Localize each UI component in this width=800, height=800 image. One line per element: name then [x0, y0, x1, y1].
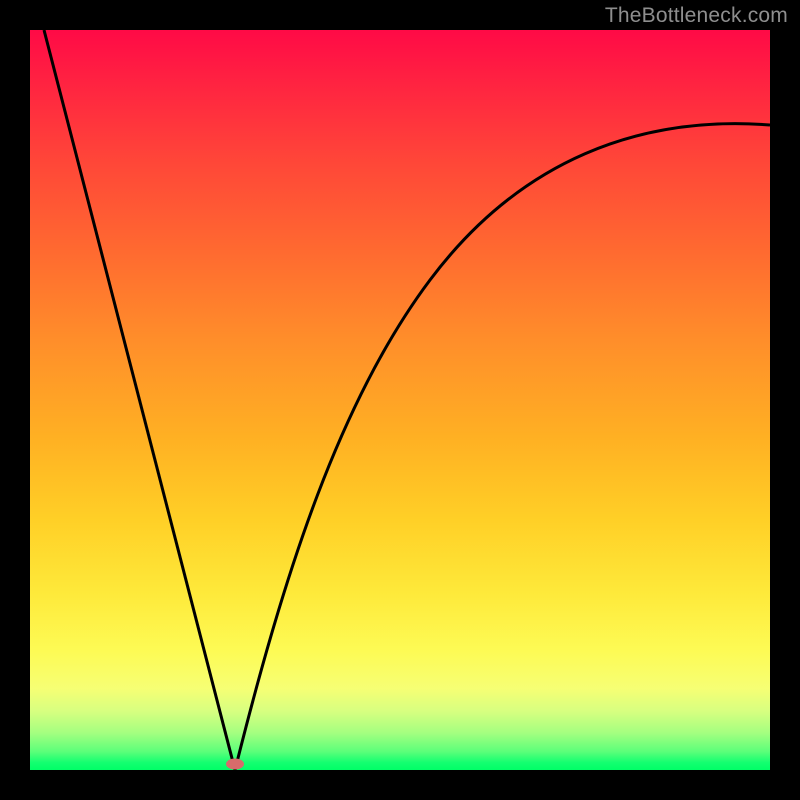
plot-area: [30, 30, 770, 770]
chart-frame: TheBottleneck.com: [0, 0, 800, 800]
watermark-text: TheBottleneck.com: [605, 4, 788, 28]
minimum-marker: [226, 759, 244, 770]
curve-right-branch: [235, 124, 770, 770]
bottleneck-curve: [30, 30, 770, 770]
curve-left-branch: [44, 30, 235, 770]
